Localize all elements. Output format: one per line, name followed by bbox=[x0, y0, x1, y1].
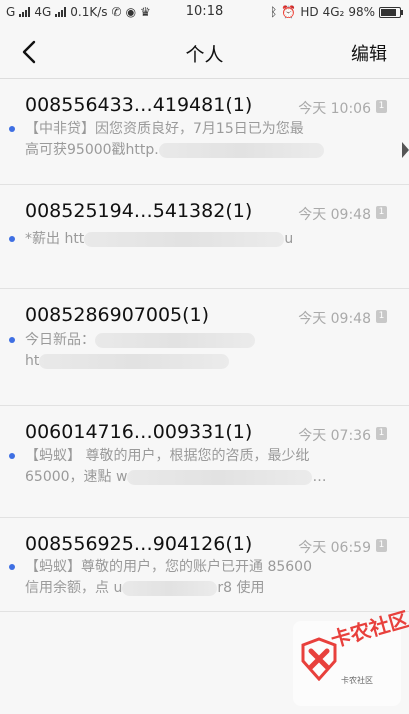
battery-percent: 98% bbox=[348, 5, 375, 19]
network-right-label: 4G₂ bbox=[322, 5, 345, 19]
status-right: ᛒ ⏰ HD 4G₂ 98% bbox=[270, 5, 403, 19]
preview-line-2-tail: … bbox=[312, 469, 327, 485]
unread-dot bbox=[9, 453, 15, 459]
bluetooth-icon: ᛒ bbox=[270, 5, 278, 19]
preview-line-2: 信用余额，点 u bbox=[25, 580, 123, 596]
preview-line-1: 【蚂蚁】尊敬的用户，您的账户已开通 85600 bbox=[25, 559, 312, 575]
preview-line-2: ht bbox=[25, 353, 40, 369]
message-sender: 008556433…419481(1) bbox=[25, 94, 253, 116]
redacted-blur bbox=[95, 332, 255, 348]
message-preview: 【蚂蚁】 尊敬的用户，根据您的咨质，最少纰 65000，速點 w … bbox=[25, 446, 360, 488]
message-sender: 008525194…541382(1) bbox=[25, 200, 253, 222]
message-item[interactable]: 008556433…419481(1) 今天 10:06 1 【中非贷】因您资质… bbox=[0, 79, 409, 185]
message-time: 今天 07:36 bbox=[298, 428, 371, 444]
preview-line-1: 今日新品： bbox=[25, 332, 95, 348]
preview-line-2: 高可获95000戳http. bbox=[25, 142, 159, 158]
message-list: 008556433…419481(1) 今天 10:06 1 【中非贷】因您资质… bbox=[0, 79, 409, 612]
nav-bar: 个人 编辑 bbox=[0, 26, 409, 79]
redacted-blur bbox=[39, 353, 230, 369]
sim-card-icon: 1 bbox=[376, 310, 387, 323]
side-arrow-icon bbox=[402, 142, 409, 158]
sim-card-icon: 1 bbox=[376, 100, 387, 113]
redacted-blur bbox=[127, 469, 313, 485]
message-sender: 006014716…009331(1) bbox=[25, 421, 253, 443]
message-time: 今天 09:48 bbox=[298, 207, 371, 223]
sim-card-icon: 1 bbox=[376, 206, 387, 219]
message-time: 今天 06:59 bbox=[298, 540, 371, 556]
unread-dot bbox=[9, 126, 15, 132]
unread-dot bbox=[9, 337, 15, 343]
message-sender: 0085286907005(1) bbox=[25, 304, 210, 326]
message-item[interactable]: 0085286907005(1) 今天 09:48 1 今日新品： ht bbox=[0, 289, 409, 406]
redacted-blur bbox=[122, 580, 218, 596]
preview-line-1: *薪出 htt bbox=[25, 231, 85, 247]
message-sender: 008556925…904126(1) bbox=[25, 533, 253, 555]
redacted-blur bbox=[158, 142, 324, 158]
watermark: 卡农社区 卡农社区 bbox=[293, 607, 409, 706]
page-title: 个人 bbox=[185, 44, 224, 66]
preview-line-1-tail: u bbox=[284, 231, 294, 247]
message-time: 今天 10:06 bbox=[298, 101, 371, 117]
message-item[interactable]: 006014716…009331(1) 今天 07:36 1 【蚂蚁】 尊敬的用… bbox=[0, 406, 409, 518]
unread-dot bbox=[9, 564, 15, 570]
message-preview: *薪出 htt u bbox=[25, 229, 360, 250]
redacted-blur bbox=[84, 231, 285, 247]
hd-label: HD bbox=[300, 5, 319, 19]
preview-line-2: 65000，速點 w bbox=[25, 469, 128, 485]
message-item[interactable]: 008556925…904126(1) 今天 06:59 1 【蚂蚁】尊敬的用户… bbox=[0, 518, 409, 612]
preview-line-2-tail: r8 使用 bbox=[217, 580, 265, 596]
battery-icon bbox=[379, 6, 403, 18]
unread-dot bbox=[9, 236, 15, 242]
sim-card-icon: 1 bbox=[376, 427, 387, 440]
preview-line-1: 【蚂蚁】 尊敬的用户，根据您的咨质，最少纰 bbox=[25, 448, 310, 464]
status-bar: G 4G 0.1K/s ✆ ◉ ♛ 10:18 ᛒ ⏰ HD 4G₂ 98% bbox=[0, 0, 409, 26]
preview-line-1: 【中非贷】因您资质良好，7月15日已为您最 bbox=[25, 121, 304, 137]
alarm-icon: ⏰ bbox=[281, 5, 297, 19]
message-preview: 【中非贷】因您资质良好，7月15日已为您最 高可获95000戳http. bbox=[25, 119, 360, 161]
message-preview: 【蚂蚁】尊敬的用户，您的账户已开通 85600 信用余额，点 u r8 使用 bbox=[25, 557, 360, 599]
edit-button[interactable]: 编辑 bbox=[351, 40, 387, 66]
message-time: 今天 09:48 bbox=[298, 311, 371, 327]
watermark-sub: 卡农社区 bbox=[341, 676, 373, 685]
sim-card-icon: 1 bbox=[376, 539, 387, 552]
message-preview: 今日新品： ht bbox=[25, 330, 360, 372]
message-item[interactable]: 008525194…541382(1) 今天 09:48 1 *薪出 htt u bbox=[0, 185, 409, 289]
